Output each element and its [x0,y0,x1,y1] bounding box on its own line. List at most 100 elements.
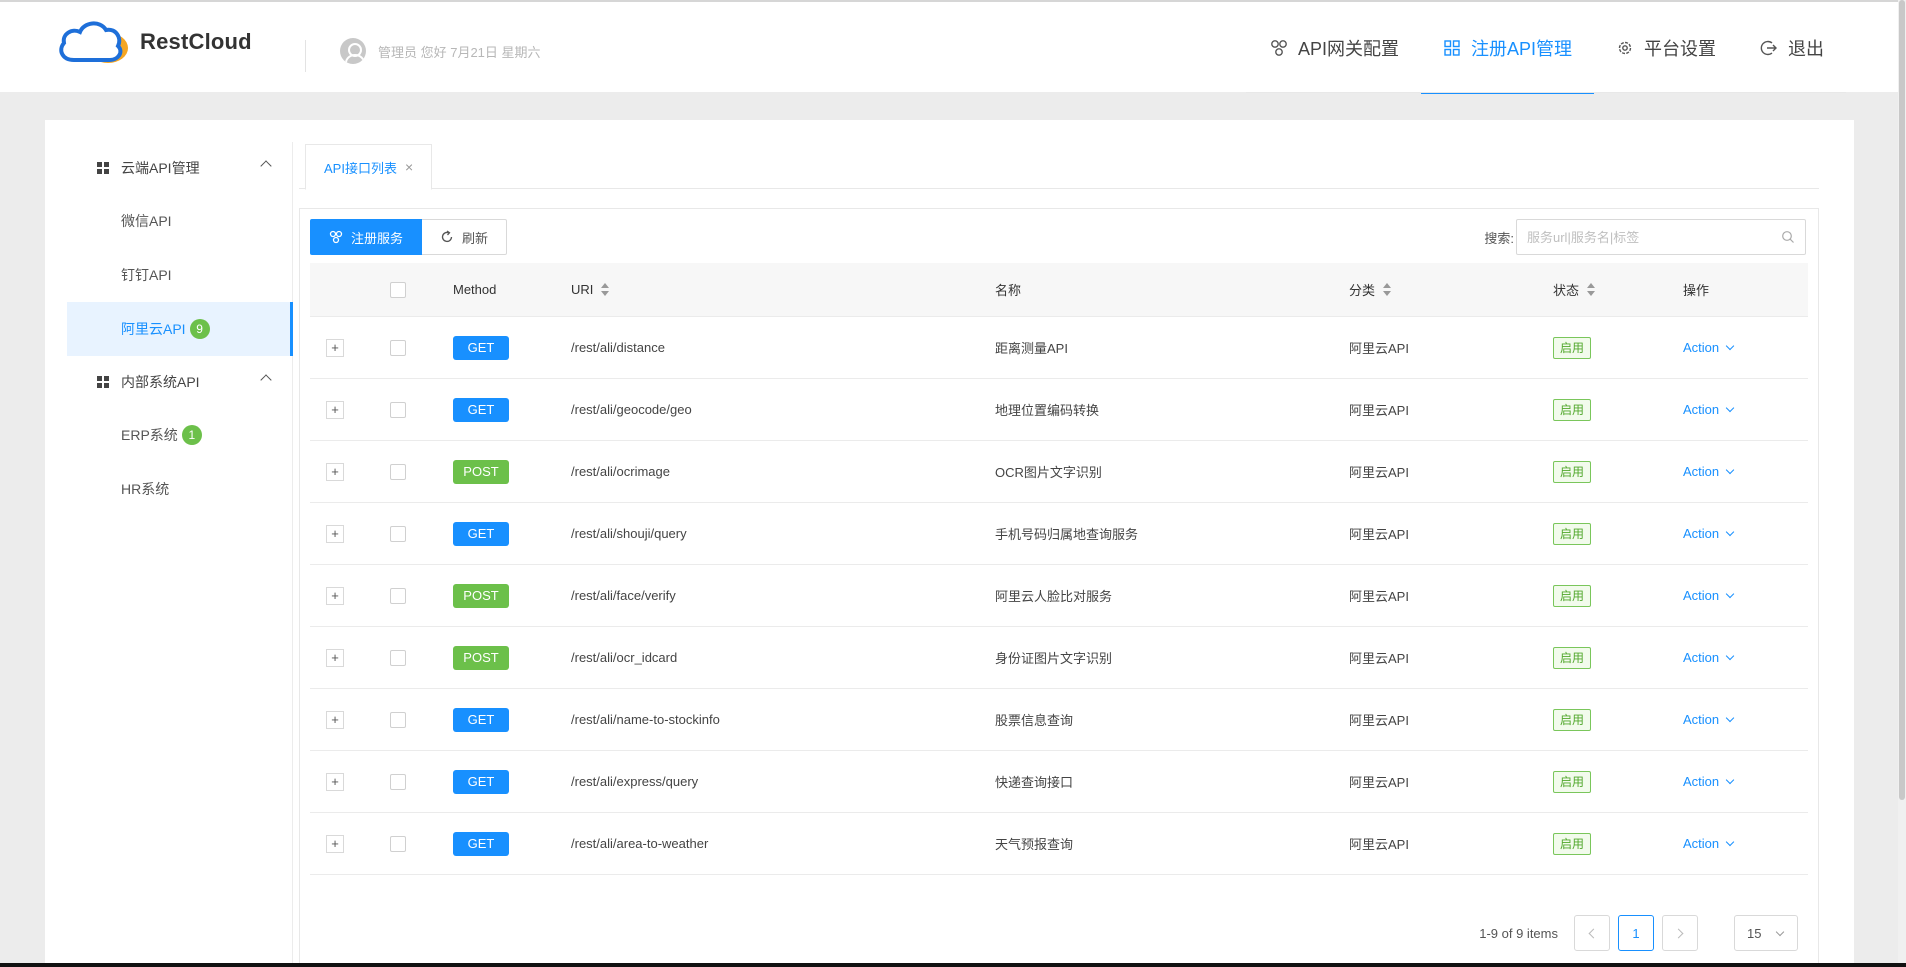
column-header-label: 分类 [1349,283,1376,298]
refresh-button[interactable]: 刷新 [422,219,508,255]
action-dropdown[interactable]: Action [1683,526,1735,541]
prev-page-button[interactable] [1574,915,1610,951]
column-header-status[interactable]: 状态 [1553,263,1596,316]
action-label: Action [1683,836,1720,851]
close-icon[interactable]: × [405,159,413,175]
row-checkbox[interactable] [390,835,406,852]
table-row: + POST/rest/ali/ocr_idcard 身份证图片文字识别 阿里云API… [310,627,1808,689]
method-cell: POST [453,565,509,626]
row-checkbox[interactable] [390,339,406,356]
name-cell: 距离测量API [995,317,1068,378]
action-dropdown[interactable]: Action [1683,836,1735,851]
logo[interactable]: RestCloud [56,16,252,68]
category-text: 阿里云API [1349,713,1409,728]
sidebar-item-wechat-api[interactable]: 微信API [67,194,292,248]
top-bar: RestCloud 管理员 您好 7月21日 星期六 API网关配置 注册API… [0,0,1906,94]
nav-logout[interactable]: 退出 [1738,2,1846,94]
next-page-button[interactable] [1662,915,1698,951]
column-header-label: 操作 [1683,283,1710,298]
expand-cell: + [326,379,344,440]
action-dropdown[interactable]: Action [1683,774,1735,789]
nav-api-gateway-config[interactable]: API网关配置 [1248,2,1421,94]
expand-row-button[interactable]: + [326,586,344,605]
pagination: 1-9 of 9 items 1 15 [1479,915,1798,951]
row-checkbox[interactable] [390,773,406,790]
row-checkbox[interactable] [390,587,406,604]
method-badge: GET [453,521,509,546]
page-size-select[interactable]: 15 [1734,915,1798,951]
row-checkbox[interactable] [390,525,406,542]
action-dropdown[interactable]: Action [1683,340,1735,355]
sidebar-item-hr[interactable]: HR系统 [67,462,292,516]
sort-icon[interactable] [1383,283,1392,296]
name-text: 手机号码归属地查询服务 [995,527,1139,542]
logout-icon [1760,40,1777,56]
uri-text: /rest/ali/face/verify [571,588,676,603]
content-area: API接口列表 × 注册服务 刷新 搜索: 服务url|服务名|标签 Metho… [293,142,1825,967]
checkbox-cell [390,565,406,626]
sidebar-item-dingtalk-api[interactable]: 钉钉API [67,248,292,302]
register-service-button[interactable]: 注册服务 [310,219,423,255]
sidebar-item-label: ERP系统 [121,427,178,443]
status-badge: 启用 [1553,646,1592,669]
action-dropdown[interactable]: Action [1683,650,1735,665]
sidebar-group-internal-api[interactable]: 内部系统API [67,356,292,408]
column-header-uri[interactable]: URI [571,263,610,316]
expand-cell: + [326,813,344,874]
category-cell: 阿里云API [1349,813,1409,874]
action-cell: Action [1683,503,1735,564]
checkbox-cell [390,689,406,750]
nav-platform-settings[interactable]: 平台设置 [1594,2,1738,94]
search-icon[interactable] [1781,230,1795,244]
action-dropdown[interactable]: Action [1683,588,1735,603]
scrollbar-thumb[interactable] [1899,0,1905,800]
sidebar-item-aliyun-api[interactable]: 阿里云API 9 [67,302,293,356]
chevron-down-icon [1725,403,1735,412]
action-label: Action [1683,588,1720,603]
category-cell: 阿里云API [1349,441,1409,502]
expand-row-button[interactable]: + [326,462,344,481]
chevron-down-icon [1725,527,1735,536]
sidebar-group-cloud-api[interactable]: 云端API管理 [67,142,292,194]
search-box [1516,219,1806,255]
pagination-total: 1-9 of 9 items [1479,925,1558,941]
action-dropdown[interactable]: Action [1683,402,1735,417]
action-dropdown[interactable]: Action [1683,464,1735,479]
expand-row-button[interactable]: + [326,400,344,419]
expand-cell: + [326,565,344,626]
expand-row-button[interactable]: + [326,834,344,853]
expand-row-button[interactable]: + [326,648,344,667]
tab-bar: API接口列表 × [299,142,1819,190]
category-cell: 阿里云API [1349,751,1409,812]
name-cell: 手机号码归属地查询服务 [995,503,1138,564]
action-cell: Action [1683,379,1735,440]
row-checkbox[interactable] [390,463,406,480]
chevron-down-icon [1725,341,1735,350]
page-scrollbar[interactable] [1898,0,1906,967]
nav-registered-api-management[interactable]: 注册API管理 [1420,2,1595,94]
search-area: 搜索: [1484,219,1806,255]
checkbox-cell [390,503,406,564]
uri-cell: /rest/ali/geocode/geo [571,379,692,440]
select-all-checkbox[interactable] [390,281,406,298]
expand-row-button[interactable]: + [326,338,344,357]
uri-text: /rest/ali/express/query [571,774,699,789]
chevron-up-icon [260,160,272,172]
action-cell: Action [1683,317,1735,378]
expand-row-button[interactable]: + [326,524,344,543]
sort-icon[interactable] [1587,283,1596,296]
sort-icon[interactable] [601,283,610,296]
row-checkbox[interactable] [390,711,406,728]
status-cell: 启用 [1553,813,1592,874]
column-header-category[interactable]: 分类 [1349,263,1392,316]
page-button-current[interactable]: 1 [1618,915,1654,951]
row-checkbox[interactable] [390,401,406,418]
expand-row-button[interactable]: + [326,710,344,729]
tab-api-list[interactable]: API接口列表 × [305,144,433,190]
search-input[interactable] [1527,229,1767,245]
expand-row-button[interactable]: + [326,772,344,791]
sidebar-item-erp[interactable]: ERP系统 1 [67,408,292,462]
row-checkbox[interactable] [390,649,406,666]
chevron-right-icon [1673,928,1684,938]
action-dropdown[interactable]: Action [1683,712,1735,727]
